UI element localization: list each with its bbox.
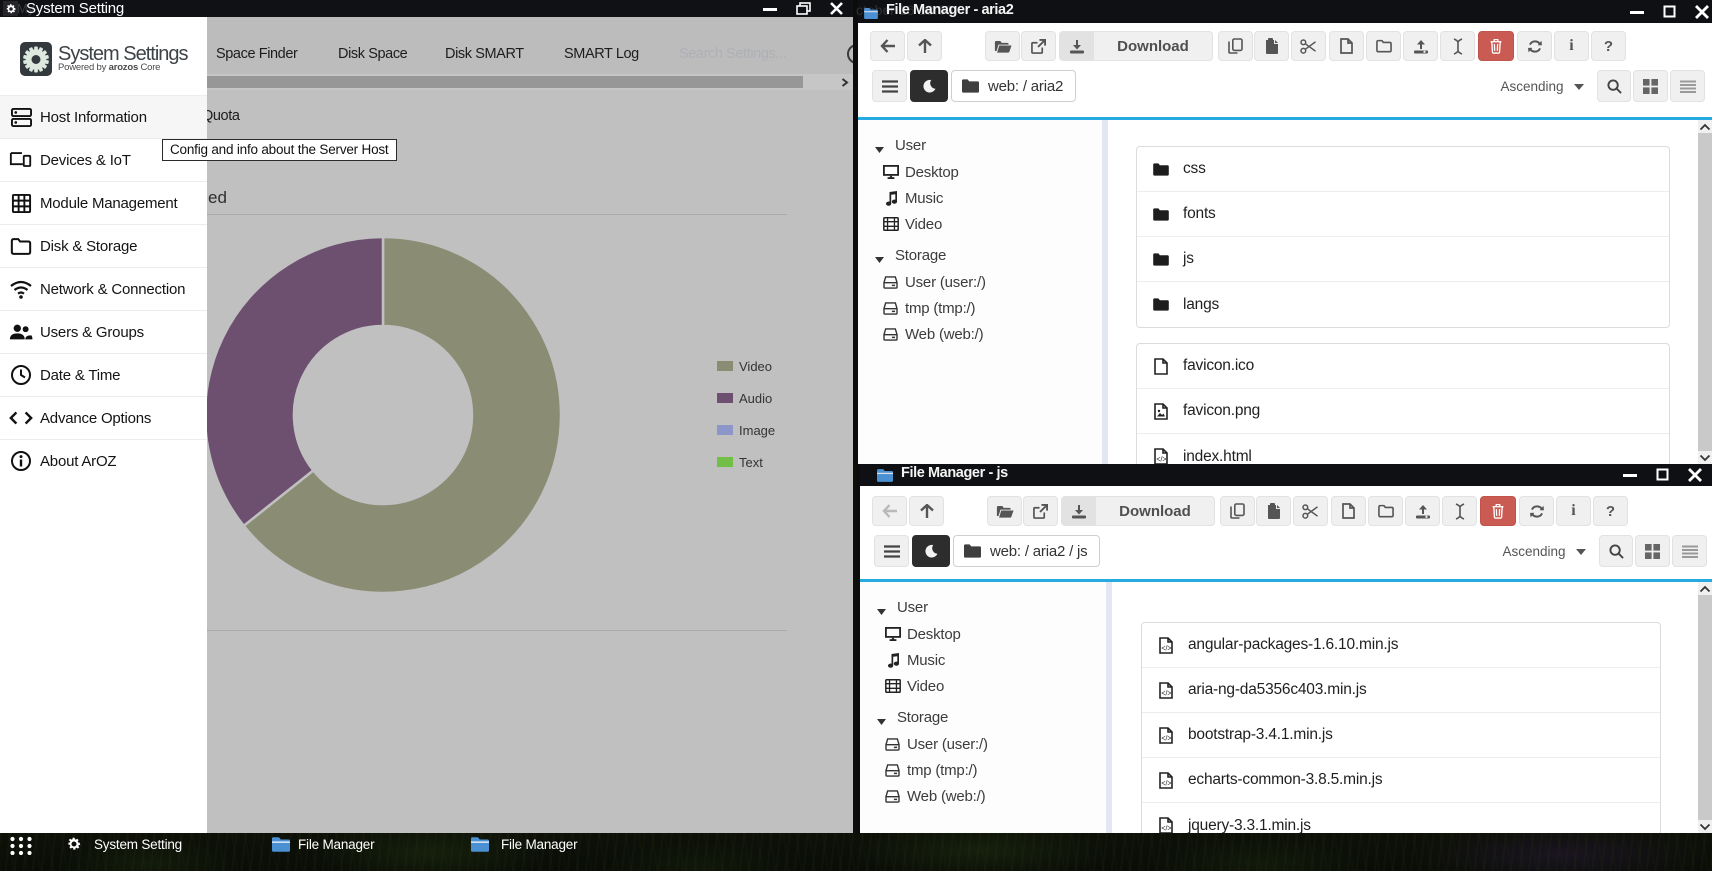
svg-text:</>: </> (1161, 645, 1171, 652)
svg-text:</>: </> (1161, 825, 1171, 832)
svg-text:</>: </> (1156, 456, 1166, 463)
svg-text:</>: </> (1161, 735, 1171, 742)
svg-text:</>: </> (1161, 780, 1171, 787)
svg-text:</>: </> (1161, 690, 1171, 697)
